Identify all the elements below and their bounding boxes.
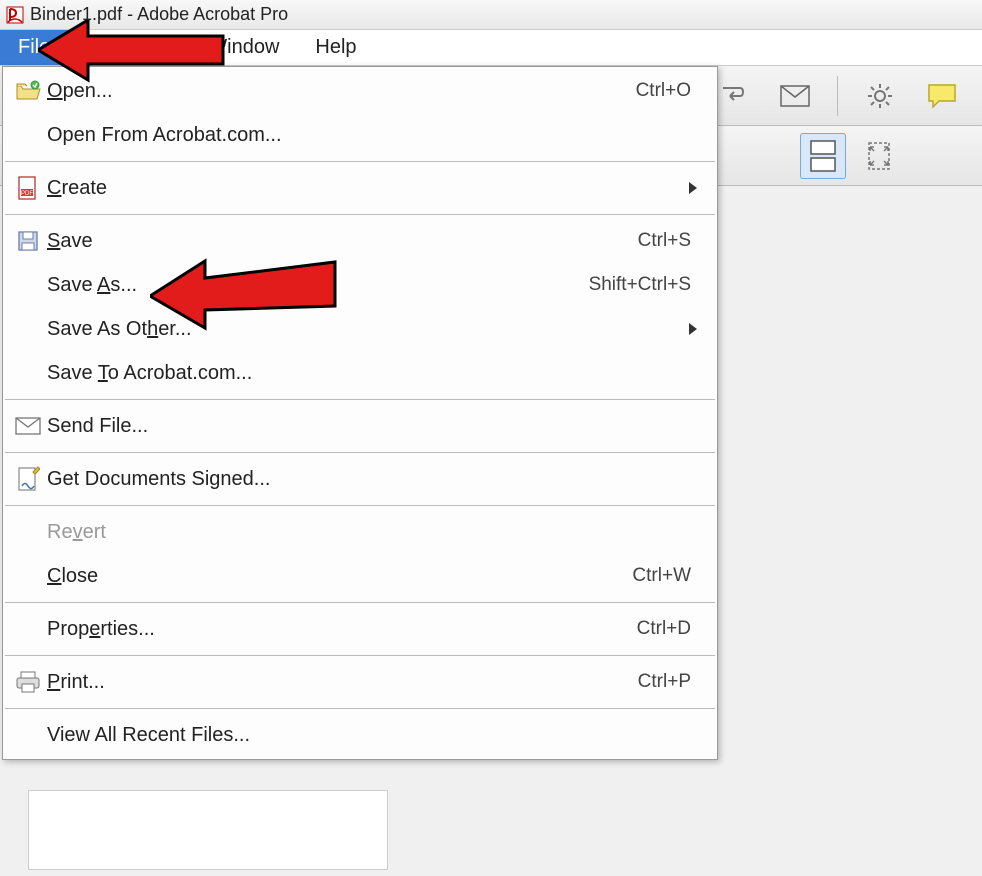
- gear-icon[interactable]: [860, 76, 900, 116]
- menu-get-signed-label: Get Documents Signed...: [47, 468, 703, 491]
- menu-separator: [5, 708, 715, 709]
- menu-open-label: Open...: [47, 80, 636, 103]
- menu-create[interactable]: PDF Create: [3, 166, 717, 210]
- menu-save-as[interactable]: Save As... Shift+Ctrl+S: [3, 263, 717, 307]
- menu-open-from-acrobat[interactable]: Open From Acrobat.com...: [3, 113, 717, 157]
- menu-separator: [5, 452, 715, 453]
- menu-create-label: Create: [47, 177, 689, 200]
- menu-properties-shortcut: Ctrl+D: [637, 618, 703, 640]
- file-menu-dropdown: Open... Ctrl+O Open From Acrobat.com... …: [2, 66, 718, 760]
- mail-icon: [9, 417, 47, 435]
- menu-view-recent-label: View All Recent Files...: [47, 724, 703, 747]
- titlebar: Binder1.pdf - Adobe Acrobat Pro: [0, 0, 982, 30]
- mail-icon[interactable]: [775, 76, 815, 116]
- menu-send-file[interactable]: Send File...: [3, 404, 717, 448]
- menu-separator: [5, 214, 715, 215]
- fit-page-icon[interactable]: [856, 133, 902, 179]
- menu-save-as-label: Save As...: [47, 274, 589, 297]
- menubar: File Edit ew Window Help: [0, 30, 982, 66]
- menu-separator: [5, 655, 715, 656]
- submenu-arrow-icon: [689, 323, 697, 335]
- menu-open-shortcut: Ctrl+O: [636, 80, 703, 102]
- menu-open[interactable]: Open... Ctrl+O: [3, 69, 717, 113]
- page-view-icon[interactable]: [800, 133, 846, 179]
- printer-icon: [9, 670, 47, 694]
- menu-send-file-label: Send File...: [47, 415, 703, 438]
- svg-text:PDF: PDF: [21, 191, 33, 197]
- menu-separator: [5, 161, 715, 162]
- menu-properties[interactable]: Properties... Ctrl+D: [3, 607, 717, 651]
- menu-save-as-other[interactable]: Save As Other...: [3, 307, 717, 351]
- menu-open-from-label: Open From Acrobat.com...: [47, 124, 703, 147]
- menu-revert: Revert: [3, 510, 717, 554]
- menu-window[interactable]: Window: [190, 30, 297, 65]
- window-title: Binder1.pdf - Adobe Acrobat Pro: [30, 4, 288, 25]
- menu-help[interactable]: Help: [297, 30, 374, 65]
- menu-save[interactable]: Save Ctrl+S: [3, 219, 717, 263]
- comment-icon[interactable]: [922, 76, 962, 116]
- menu-save-as-other-label: Save As Other...: [47, 318, 689, 341]
- menu-print-label: Print...: [47, 671, 638, 694]
- create-pdf-icon: PDF: [9, 175, 47, 201]
- menu-save-to-acrobat[interactable]: Save To Acrobat.com...: [3, 351, 717, 395]
- toolbar-unknown-icon[interactable]: [713, 76, 753, 116]
- menu-separator: [5, 602, 715, 603]
- menu-properties-label: Properties...: [47, 618, 637, 641]
- menu-close-label: Close: [47, 565, 632, 588]
- folder-open-icon: [9, 80, 47, 102]
- menu-save-to-label: Save To Acrobat.com...: [47, 362, 703, 385]
- menu-view-partial[interactable]: ew: [129, 30, 191, 65]
- menu-save-as-shortcut: Shift+Ctrl+S: [589, 274, 703, 296]
- menu-view-recent[interactable]: View All Recent Files...: [3, 713, 717, 757]
- menu-print-shortcut: Ctrl+P: [638, 671, 703, 693]
- menu-file[interactable]: File: [0, 30, 68, 65]
- document-thumbnail: [28, 790, 388, 870]
- toolbar-separator: [837, 76, 838, 116]
- submenu-arrow-icon: [689, 182, 697, 194]
- save-disk-icon: [9, 229, 47, 253]
- menu-close-shortcut: Ctrl+W: [632, 565, 703, 587]
- menu-separator: [5, 505, 715, 506]
- sign-document-icon: [9, 466, 47, 492]
- app-icon: [6, 6, 24, 24]
- menu-print[interactable]: Print... Ctrl+P: [3, 660, 717, 704]
- menu-close[interactable]: Close Ctrl+W: [3, 554, 717, 598]
- menu-save-shortcut: Ctrl+S: [638, 230, 703, 252]
- menu-separator: [5, 399, 715, 400]
- menu-revert-label: Revert: [47, 521, 703, 544]
- menu-save-label: Save: [47, 230, 638, 253]
- menu-get-signed[interactable]: Get Documents Signed...: [3, 457, 717, 501]
